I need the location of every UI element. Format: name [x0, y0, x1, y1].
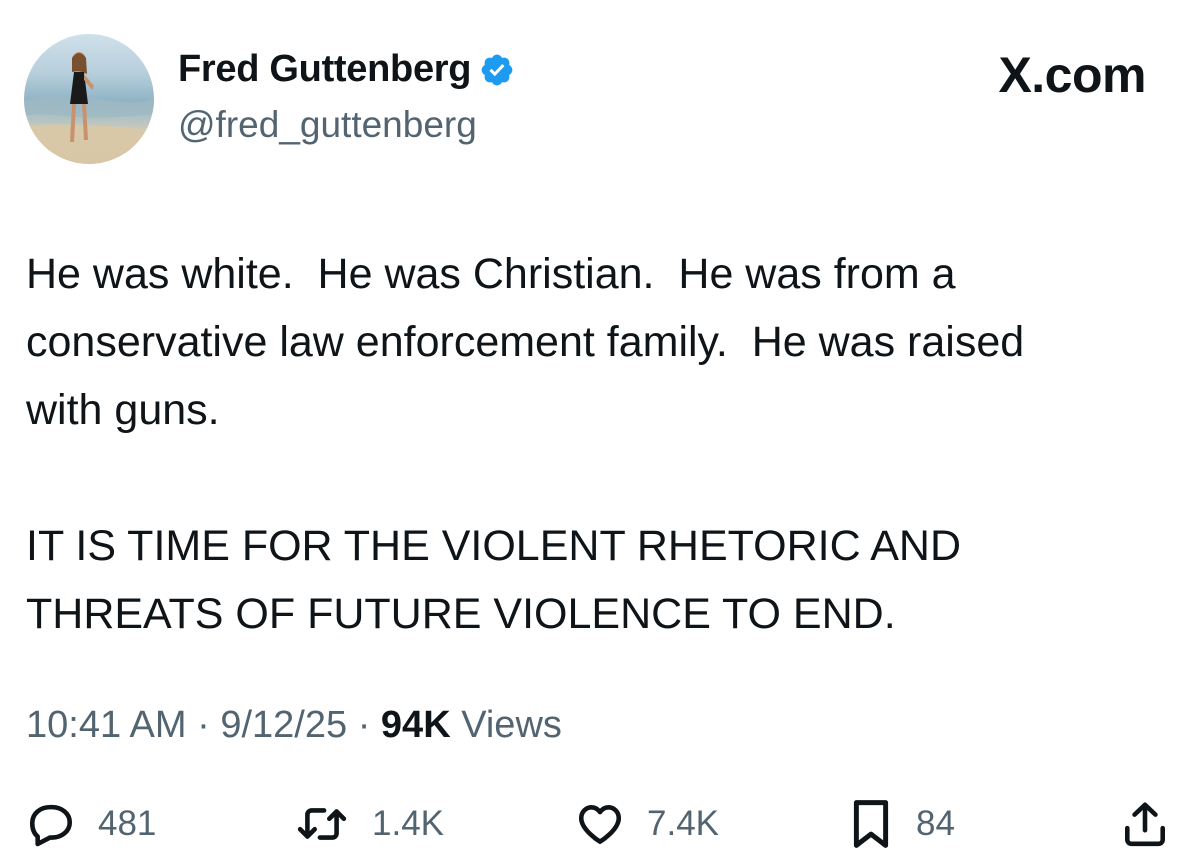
heart-icon: [578, 805, 622, 844]
like-button[interactable]: 7.4K: [575, 796, 719, 852]
avatar-photo: [24, 52, 154, 164]
repost-button[interactable]: 1.4K: [294, 796, 444, 852]
verified-badge-icon: [479, 52, 515, 88]
like-count: 7.4K: [647, 804, 719, 843]
action-bar: 481 1.4K 7.4K 84: [0, 796, 1200, 852]
tweet-date[interactable]: 9/12/25: [220, 704, 347, 746]
brand-label: X.com: [998, 47, 1146, 103]
author-handle[interactable]: @fred_guttenberg: [178, 104, 477, 146]
reply-button[interactable]: 481: [26, 796, 156, 852]
tweet-time[interactable]: 10:41 AM: [26, 704, 187, 746]
reply-count: 481: [98, 804, 157, 843]
bookmark-count: 84: [916, 804, 955, 843]
repost-icon: [297, 808, 347, 840]
tweet-meta: 10:41 AM · 9/12/25 · 94K Views: [26, 704, 562, 747]
bookmark-icon: [853, 800, 889, 848]
tweet-text: He was white. He was Christian. He was f…: [26, 240, 1186, 648]
tweet-paragraph: He was white. He was Christian. He was f…: [26, 250, 1025, 434]
share-button[interactable]: [1120, 796, 1170, 852]
reply-icon: [29, 804, 73, 847]
tweet-paragraph: IT IS TIME FOR THE VIOLENT RHETORIC AND …: [26, 522, 962, 638]
share-icon: [1125, 802, 1165, 847]
meta-separator: ·: [357, 704, 371, 746]
views-label: Views: [461, 704, 562, 746]
repost-count: 1.4K: [372, 804, 444, 843]
bookmark-button[interactable]: 84: [848, 796, 955, 852]
author-display-name[interactable]: Fred Guttenberg: [178, 48, 471, 91]
avatar[interactable]: [24, 34, 154, 164]
meta-separator: ·: [197, 704, 210, 746]
author-name-row: Fred Guttenberg: [178, 48, 515, 91]
views-count: 94K: [380, 704, 451, 746]
